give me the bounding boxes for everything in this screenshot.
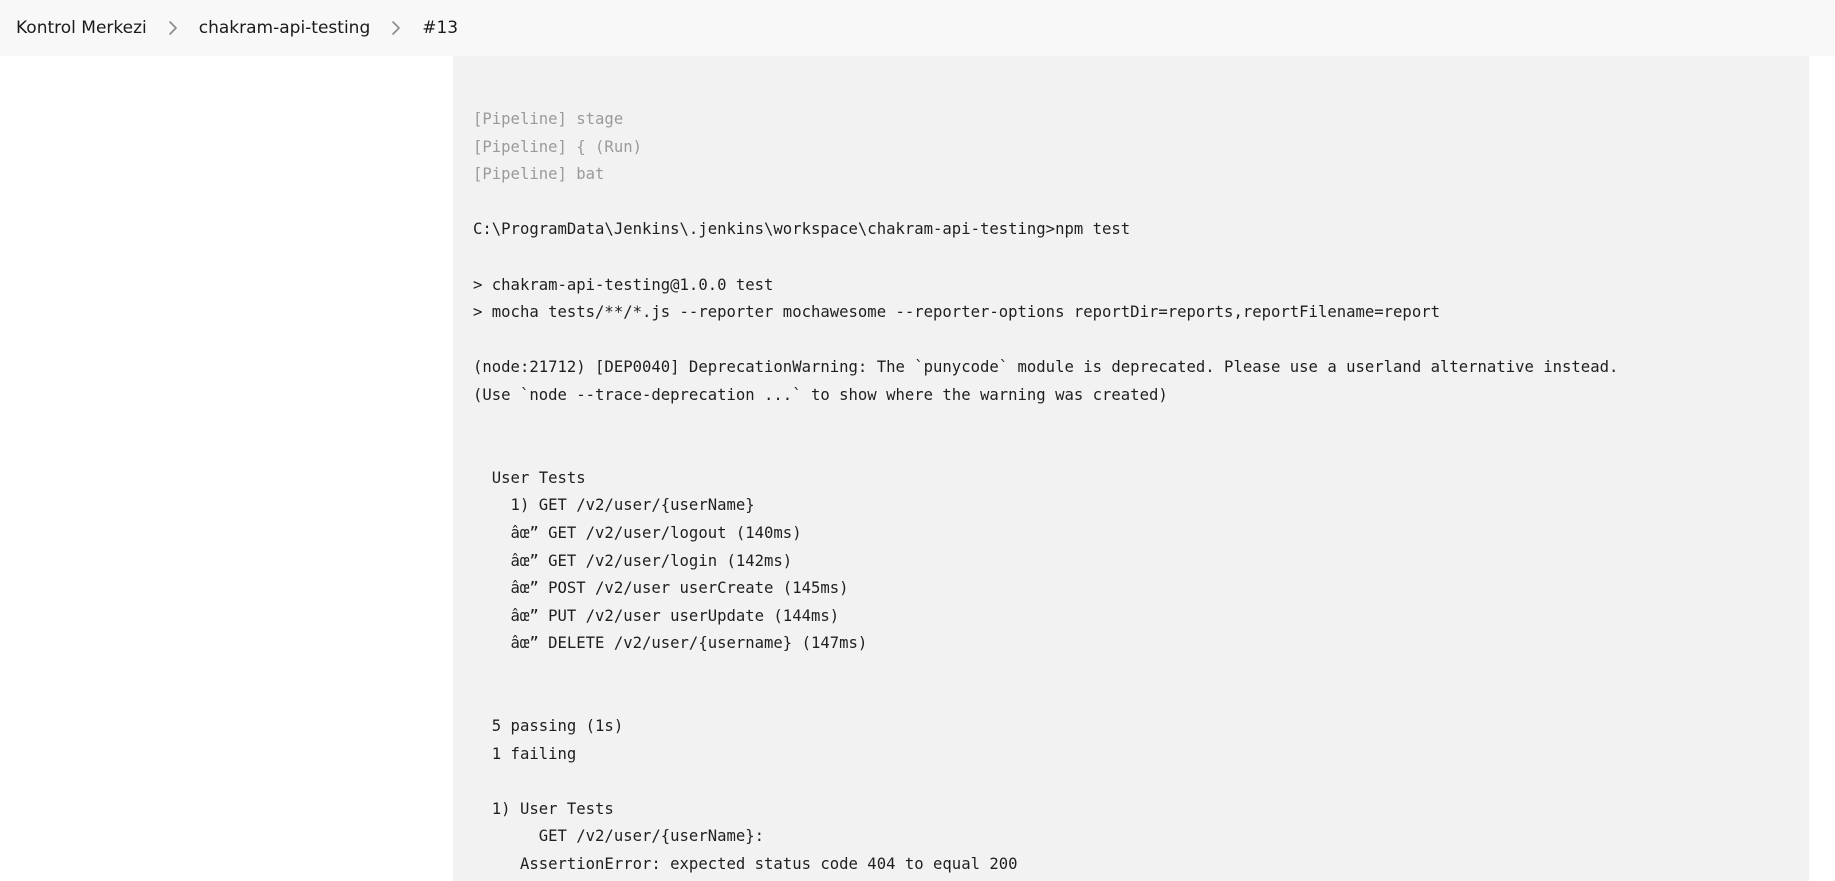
console-line: âœ” GET /v2/user/logout (140ms): [473, 523, 802, 542]
console-line: 1 failing: [473, 744, 577, 763]
console-line: C:\ProgramData\Jenkins\.jenkins\workspac…: [473, 220, 1131, 239]
console-line: [Pipeline] { (Run): [473, 137, 642, 156]
breadcrumb-item-dashboard[interactable]: Kontrol Merkezi: [16, 18, 147, 38]
console-line: 5 passing (1s): [473, 717, 624, 736]
console-line: GET /v2/user/{userName}:: [473, 827, 765, 846]
chevron-right-icon: [385, 17, 407, 39]
breadcrumb-item-job[interactable]: chakram-api-testing: [199, 18, 371, 38]
console-line: [Pipeline] stage: [473, 110, 624, 128]
console-line: âœ” POST /v2/user userCreate (145ms): [473, 579, 849, 598]
console-line: > mocha tests/**/*.js --reporter mochawe…: [473, 303, 1440, 322]
console-line: > chakram-api-testing@1.0.0 test: [473, 275, 774, 294]
console-line: 1) User Tests: [473, 799, 614, 818]
console-line: âœ” DELETE /v2/user/{username} (147ms): [473, 634, 868, 653]
console-line: (Use `node --trace-deprecation ...` to s…: [473, 385, 1168, 404]
console-line: 1) GET /v2/user/{userName}: [473, 496, 755, 515]
chevron-right-icon: [162, 17, 184, 39]
console-line: (node:21712) [DEP0040] DeprecationWarnin…: [473, 358, 1619, 377]
console-line: [Pipeline] bat: [473, 165, 605, 184]
console-output: [Pipeline] stage [Pipeline] { (Run) [Pipel…: [453, 56, 1809, 881]
breadcrumb: Kontrol Merkezi chakram-api-testing #13: [0, 0, 1835, 56]
console-lines: [Pipeline] stage [Pipeline] { (Run) [Pipel…: [473, 106, 1618, 879]
console-line: âœ” PUT /v2/user userUpdate (144ms): [473, 606, 840, 625]
breadcrumb-item-build[interactable]: #13: [422, 18, 458, 38]
console-line: User Tests: [473, 468, 586, 487]
console-line: AssertionError: expected status code 404…: [473, 855, 1018, 874]
console-line: âœ” GET /v2/user/login (142ms): [473, 551, 793, 570]
